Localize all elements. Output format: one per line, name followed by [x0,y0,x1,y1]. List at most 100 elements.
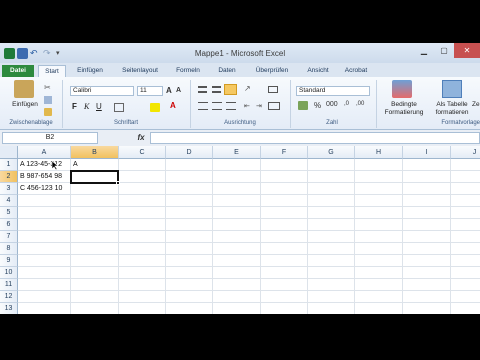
grid-row-line [18,278,480,279]
fill-color-icon[interactable] [150,103,160,112]
grid-row-line [18,230,480,231]
grid-row-line [18,242,480,243]
percent-icon[interactable]: % [314,101,321,110]
currency-icon[interactable] [298,101,308,110]
conditional-format-label-2[interactable]: Formatierung [380,109,428,116]
thousands-icon[interactable]: 000 [326,101,338,108]
align-top-icon[interactable] [198,86,207,93]
maximize-icon[interactable]: ▢ [434,43,454,58]
underline-icon[interactable]: U [96,102,102,111]
increase-decimal-icon[interactable]: ,0 [344,101,349,107]
increase-indent-icon[interactable]: ⇥ [256,102,262,110]
format-as-table-label-2[interactable]: formatieren [430,109,474,116]
window-controls: ▁ ▢ ✕ [414,43,480,59]
column-header-h[interactable]: H [355,146,403,159]
merge-center-icon[interactable] [268,102,280,110]
paste-icon[interactable] [14,80,34,98]
letterbox-bottom [0,314,480,360]
font-color-icon[interactable]: A [170,101,176,110]
number-format-combo[interactable]: Standard [296,86,370,96]
align-middle-icon[interactable] [212,86,221,93]
column-header-f[interactable]: F [261,146,308,159]
font-name-combo[interactable]: Calibri [70,86,134,96]
minimize-icon[interactable]: ▁ [414,43,434,58]
decrease-decimal-icon[interactable]: ,00 [356,101,364,107]
group-label-number: Zahl [326,120,338,126]
worksheet-grid[interactable]: A B C D E F G H I J 1 2 3 4 5 6 7 8 9 10 11 12 13 A 123-45-312 A… [0,146,480,314]
column-header-c[interactable]: C [119,146,166,159]
column-header-j[interactable]: J [451,146,480,159]
paste-button-label[interactable]: Einfügen [8,101,42,108]
group-label-alignment: Ausrichtung [224,120,256,126]
column-header-g[interactable]: G [308,146,355,159]
group-separator [376,80,377,128]
column-header-b[interactable]: B [71,146,119,159]
conditional-format-icon[interactable] [392,80,412,98]
grid-row-line [18,254,480,255]
decrease-indent-icon[interactable]: ⇤ [244,102,250,110]
row-header-9[interactable]: 9 [0,255,18,267]
row-header-8[interactable]: 8 [0,243,18,255]
row-header-3[interactable]: 3 [0,183,18,195]
row-header-2[interactable]: 2 [0,171,18,183]
group-label-styles: Formatvorlage [441,120,480,126]
row-header-13[interactable]: 13 [0,303,18,314]
bold-icon[interactable]: F [72,102,77,111]
align-right-icon[interactable] [226,102,236,110]
format-as-table-label[interactable]: Als Tabelle [430,101,474,108]
tab-daten[interactable]: Daten [210,65,244,77]
column-header-a[interactable]: A [18,146,71,159]
italic-icon[interactable]: K [84,102,89,111]
grid-row-line [18,206,480,207]
grid-row-line [18,266,480,267]
row-header-1[interactable]: 1 [0,159,18,171]
cut-icon[interactable]: ✂ [44,84,52,92]
active-cell-outline[interactable] [70,170,119,184]
row-header-10[interactable]: 10 [0,267,18,279]
row-header-6[interactable]: 6 [0,219,18,231]
row-header-11[interactable]: 11 [0,279,18,291]
select-all-corner[interactable] [0,146,18,159]
row-header-5[interactable]: 5 [0,207,18,219]
copy-icon[interactable] [44,96,52,104]
tab-ansicht[interactable]: Ansicht [300,65,336,77]
name-box[interactable]: B2 [2,132,98,144]
column-header-e[interactable]: E [213,146,261,159]
insert-function-icon[interactable]: fx [134,132,148,144]
tab-ueberpruefen[interactable]: Überprüfen [248,65,296,77]
tab-acrobat[interactable]: Acrobat [338,65,374,77]
tab-formeln[interactable]: Formeln [170,65,206,77]
row-header-7[interactable]: 7 [0,231,18,243]
row-header-4[interactable]: 4 [0,195,18,207]
format-painter-icon[interactable] [44,108,52,116]
borders-icon[interactable] [114,103,124,112]
row-header-12[interactable]: 12 [0,291,18,303]
grow-font-icon[interactable]: A [166,86,172,95]
close-icon[interactable]: ✕ [454,43,480,58]
group-label-font: Schriftart [113,120,138,126]
font-size-combo[interactable]: 11 [137,86,163,96]
fill-handle[interactable] [116,181,120,185]
cell-a2[interactable]: B 987-654 98 [19,171,62,183]
align-center-icon[interactable] [212,102,222,110]
grid-row-line [18,302,480,303]
shrink-font-icon[interactable]: A [176,87,181,94]
tab-einfuegen[interactable]: Einfügen [70,65,110,77]
group-label-clipboard: Zwischenablage [9,120,53,126]
column-header-d[interactable]: D [166,146,213,159]
format-as-table-icon[interactable] [442,80,462,98]
column-header-i[interactable]: I [403,146,451,159]
formula-input[interactable] [150,132,480,144]
window-title: Mappe1 - Microsoft Excel [194,49,286,58]
grid-row-line [18,194,480,195]
tab-seitenlayout[interactable]: Seitenlayout [114,65,166,77]
tab-start[interactable]: Start [38,65,66,77]
orientation-icon[interactable]: ↗ [244,84,251,93]
tab-datei[interactable]: Datei [2,65,34,77]
align-left-icon[interactable] [198,102,208,110]
wrap-text-icon[interactable] [268,86,278,93]
align-bottom-icon[interactable] [224,84,237,95]
cell-styles-label[interactable]: Ze [472,101,480,108]
cell-a3[interactable]: C 456-123 10 [19,183,62,195]
conditional-format-label[interactable]: Bedingte [380,101,428,108]
